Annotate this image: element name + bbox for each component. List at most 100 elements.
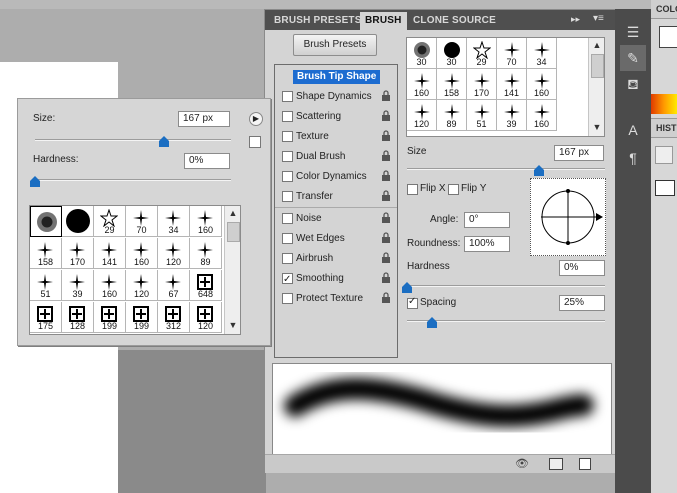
preset-brush-cell[interactable]: 312 [158, 302, 190, 333]
preset-brush-cell[interactable]: 39 [62, 270, 94, 301]
preset-brush-cell[interactable]: 160 [190, 206, 222, 237]
foreground-color-swatch[interactable] [659, 26, 677, 48]
preset-brush-cell[interactable]: 67 [158, 270, 190, 301]
brush-tip-cell[interactable]: 170 [467, 69, 497, 100]
brush-option-scattering[interactable]: Scattering [275, 107, 397, 127]
eye-icon[interactable]: 👁 [515, 457, 529, 470]
brush-tip-cell[interactable]: 141 [497, 69, 527, 100]
option-checkbox[interactable] [282, 293, 293, 304]
option-checkbox[interactable] [282, 253, 293, 264]
hardness-slider-thumb[interactable] [402, 282, 412, 293]
stamp-icon[interactable]: ⛾ [620, 71, 646, 97]
preset-brush-cell[interactable]: 128 [62, 302, 94, 333]
preset-brush-cell[interactable]: 70 [126, 206, 158, 237]
option-checkbox[interactable] [282, 191, 293, 202]
brush-option-dual-brush[interactable]: Dual Brush [275, 147, 397, 167]
tab-clone-source[interactable]: CLONE SOURCE [408, 12, 501, 30]
lock-icon[interactable] [381, 130, 391, 142]
spacing-field[interactable]: 25% [559, 295, 605, 311]
lock-icon[interactable] [381, 212, 391, 224]
paragraph-icon[interactable]: ¶ [620, 145, 646, 171]
preset-brush-cell[interactable]: 29 [94, 206, 126, 237]
preset-brush-cell[interactable]: 120 [126, 270, 158, 301]
lock-icon[interactable] [381, 252, 391, 264]
brush-option-shape-dynamics[interactable]: Shape Dynamics [275, 87, 397, 107]
brush-option-texture[interactable]: Texture [275, 127, 397, 147]
preset-brush-cell[interactable]: 120 [190, 302, 222, 333]
picker-hardness-slider-thumb[interactable] [30, 176, 40, 187]
hardness-field[interactable]: 0% [559, 260, 605, 276]
brush-tip-cell[interactable]: 160 [407, 69, 437, 100]
brush-tip-cell[interactable]: 29 [467, 38, 497, 69]
angle-roundness-widget[interactable] [530, 178, 606, 256]
scroll-thumb[interactable] [591, 54, 604, 78]
flip-y-checkbox[interactable] [448, 184, 459, 195]
new-preset-icon[interactable] [579, 458, 591, 470]
lock-icon[interactable] [381, 110, 391, 122]
tab-brush-presets[interactable]: BRUSH PRESETS [269, 12, 367, 30]
preset-brush-cell[interactable]: 175 [30, 302, 62, 333]
lock-icon[interactable] [381, 272, 391, 284]
brush-tip-cell[interactable]: 158 [437, 69, 467, 100]
option-checkbox[interactable] [282, 151, 293, 162]
lock-icon[interactable] [381, 292, 391, 304]
brush-tip-cell[interactable]: 30 [407, 38, 437, 69]
preset-brush-cell[interactable] [30, 206, 62, 237]
preset-brush-cell[interactable]: 34 [158, 206, 190, 237]
brush-option-transfer[interactable]: Transfer [275, 187, 397, 207]
brush-tip-cell[interactable]: 51 [467, 100, 497, 131]
brush-option-protect-texture[interactable]: Protect Texture [275, 289, 397, 309]
roundness-field[interactable]: 100% [464, 236, 510, 252]
brush-icon[interactable]: ✎ [620, 45, 646, 71]
lock-icon[interactable] [381, 150, 391, 162]
preset-brush-cell[interactable]: 648 [190, 270, 222, 301]
scroll-up-icon[interactable]: ▲ [589, 40, 604, 50]
history-panel-tab[interactable]: HIST [651, 118, 677, 138]
preset-brush-cell[interactable]: 158 [30, 238, 62, 269]
option-checkbox[interactable] [282, 131, 293, 142]
tab-brush[interactable]: BRUSH [360, 12, 407, 30]
size-slider-track[interactable] [407, 168, 605, 170]
picker-size-slider-thumb[interactable] [159, 136, 169, 147]
brush-tip-cell[interactable]: 89 [437, 100, 467, 131]
preset-brush-cell[interactable]: 89 [190, 238, 222, 269]
color-ramp[interactable] [651, 94, 677, 114]
brush-option-brush-tip-shape[interactable]: Brush Tip Shape [275, 67, 397, 87]
lock-icon[interactable] [381, 190, 391, 202]
size-slider-thumb[interactable] [534, 165, 544, 176]
option-checkbox[interactable] [282, 213, 293, 224]
preset-brush-cell[interactable]: 141 [94, 238, 126, 269]
picker-hardness-slider-track[interactable] [35, 179, 231, 181]
brush-tip-cell[interactable]: 70 [497, 38, 527, 69]
spacing-slider-thumb[interactable] [427, 317, 437, 328]
preset-brush-cell[interactable]: 120 [158, 238, 190, 269]
brush-tip-cell[interactable]: 160 [527, 69, 557, 100]
flip-x-checkbox[interactable] [407, 184, 418, 195]
new-preset-icon[interactable] [249, 136, 261, 148]
brush-tip-cell[interactable]: 160 [527, 100, 557, 131]
brush-tip-cell[interactable]: 34 [527, 38, 557, 69]
brush-option-noise[interactable]: Noise [275, 209, 397, 229]
spacing-checkbox[interactable]: ✓ [407, 296, 418, 309]
collapse-icon[interactable]: ▸▸ [571, 14, 580, 25]
preset-brush-cell[interactable]: 51 [30, 270, 62, 301]
panel-menu-icon[interactable]: ▾≡ [593, 13, 604, 24]
character-icon[interactable]: A [620, 117, 646, 143]
picker-hardness-field[interactable]: 0% [184, 153, 230, 169]
brush-tip-cell[interactable]: 30 [437, 38, 467, 69]
option-checkbox[interactable] [282, 91, 293, 102]
preset-brush-cell[interactable]: 199 [126, 302, 158, 333]
lock-icon[interactable] [381, 232, 391, 244]
brush-option-airbrush[interactable]: Airbrush [275, 249, 397, 269]
hardness-slider-track[interactable] [407, 285, 605, 287]
picker-size-field[interactable]: 167 px [178, 111, 230, 127]
color-panel-tab[interactable]: COLO [651, 0, 677, 19]
option-checkbox[interactable] [282, 233, 293, 244]
brush-tip-cell[interactable]: 120 [407, 100, 437, 131]
lock-icon[interactable] [381, 170, 391, 182]
brush-option-wet-edges[interactable]: Wet Edges [275, 229, 397, 249]
brush-tip-cell[interactable]: 39 [497, 100, 527, 131]
picker-menu-icon[interactable]: ▶ [249, 112, 263, 126]
preset-brush-cell[interactable]: 160 [94, 270, 126, 301]
preset-brush-cell[interactable]: 170 [62, 238, 94, 269]
